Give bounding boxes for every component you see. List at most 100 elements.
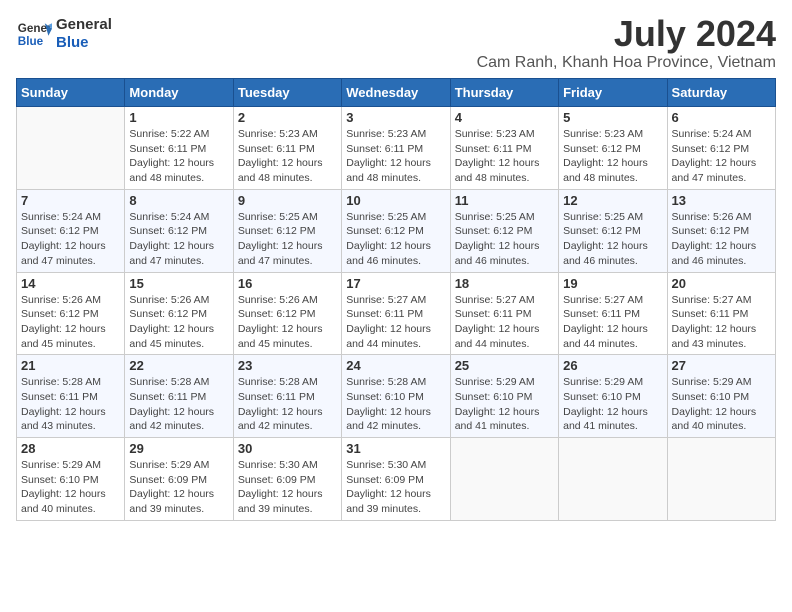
day-number: 20 <box>672 276 771 291</box>
day-info: Sunrise: 5:26 AM Sunset: 6:12 PM Dayligh… <box>672 210 771 269</box>
location-subtitle: Cam Ranh, Khanh Hoa Province, Vietnam <box>477 54 776 72</box>
calendar-cell <box>667 438 775 521</box>
logo-line1: General <box>56 16 112 34</box>
calendar-cell: 17 Sunrise: 5:27 AM Sunset: 6:11 PM Dayli… <box>342 272 450 355</box>
calendar-cell: 4Sunrise: 5:23 AM Sunset: 6:11 PM Daylig… <box>450 107 558 190</box>
day-info: Sunrise: 5:29 AM Sunset: 6:10 PM Dayligh… <box>455 375 554 434</box>
day-number: 12 <box>563 193 662 208</box>
calendar-cell: 23 Sunrise: 5:28 AM Sunset: 6:11 PM Dayli… <box>233 355 341 438</box>
day-info: Sunrise: 5:26 AM Sunset: 6:12 PM Dayligh… <box>238 293 337 352</box>
day-number: 19 <box>563 276 662 291</box>
calendar-cell: 3 Sunrise: 5:23 AM Sunset: 6:11 PM Daylig… <box>342 107 450 190</box>
logo: General Blue General Blue <box>16 16 112 52</box>
header-thursday: Thursday <box>450 79 558 107</box>
day-info: Sunrise: 5:28 AM Sunset: 6:11 PM Dayligh… <box>238 375 337 434</box>
calendar-cell: 8 Sunrise: 5:24 AM Sunset: 6:12 PM Daylig… <box>125 189 233 272</box>
calendar-cell: 10Sunrise: 5:25 AM Sunset: 6:12 PM Dayli… <box>342 189 450 272</box>
day-info: Sunrise: 5:25 AM Sunset: 6:12 PM Dayligh… <box>346 210 445 269</box>
svg-text:Blue: Blue <box>18 35 44 48</box>
calendar-cell: 25 Sunrise: 5:29 AM Sunset: 6:10 PM Dayli… <box>450 355 558 438</box>
day-info: Sunrise: 5:27 AM Sunset: 6:11 PM Dayligh… <box>672 293 771 352</box>
day-info: Sunrise: 5:26 AM Sunset: 6:12 PM Dayligh… <box>21 293 120 352</box>
day-number: 14 <box>21 276 120 291</box>
day-info: Sunrise: 5:30 AM Sunset: 6:09 PM Dayligh… <box>238 458 337 517</box>
day-info: Sunrise: 5:27 AM Sunset: 6:11 PM Dayligh… <box>563 293 662 352</box>
header-sunday: Sunday <box>17 79 125 107</box>
calendar-cell: 15Sunrise: 5:26 AM Sunset: 6:12 PM Dayli… <box>125 272 233 355</box>
calendar-cell <box>450 438 558 521</box>
day-info: Sunrise: 5:29 AM Sunset: 6:10 PM Dayligh… <box>563 375 662 434</box>
calendar-cell: 19 Sunrise: 5:27 AM Sunset: 6:11 PM Dayli… <box>559 272 667 355</box>
calendar-cell: 21 Sunrise: 5:28 AM Sunset: 6:11 PM Dayli… <box>17 355 125 438</box>
day-number: 5 <box>563 110 662 125</box>
day-info: Sunrise: 5:29 AM Sunset: 6:10 PM Dayligh… <box>21 458 120 517</box>
day-number: 9 <box>238 193 337 208</box>
day-number: 16 <box>238 276 337 291</box>
day-info: Sunrise: 5:23 AM Sunset: 6:12 PM Dayligh… <box>563 127 662 186</box>
calendar-week-1: 1Sunrise: 5:22 AM Sunset: 6:11 PM Daylig… <box>17 107 776 190</box>
calendar-cell: 24Sunrise: 5:28 AM Sunset: 6:10 PM Dayli… <box>342 355 450 438</box>
day-number: 22 <box>129 358 228 373</box>
day-number: 7 <box>21 193 120 208</box>
day-number: 6 <box>672 110 771 125</box>
day-number: 4 <box>455 110 554 125</box>
day-info: Sunrise: 5:25 AM Sunset: 6:12 PM Dayligh… <box>563 210 662 269</box>
day-number: 3 <box>346 110 445 125</box>
calendar-week-5: 28Sunrise: 5:29 AM Sunset: 6:10 PM Dayli… <box>17 438 776 521</box>
calendar-cell: 7 Sunrise: 5:24 AM Sunset: 6:12 PM Daylig… <box>17 189 125 272</box>
calendar-header-row: SundayMondayTuesdayWednesdayThursdayFrid… <box>17 79 776 107</box>
day-info: Sunrise: 5:24 AM Sunset: 6:12 PM Dayligh… <box>129 210 228 269</box>
calendar-week-2: 7 Sunrise: 5:24 AM Sunset: 6:12 PM Daylig… <box>17 189 776 272</box>
day-number: 18 <box>455 276 554 291</box>
day-number: 25 <box>455 358 554 373</box>
calendar-cell: 16 Sunrise: 5:26 AM Sunset: 6:12 PM Dayli… <box>233 272 341 355</box>
day-info: Sunrise: 5:24 AM Sunset: 6:12 PM Dayligh… <box>21 210 120 269</box>
month-year-title: July 2024 <box>477 16 776 52</box>
day-number: 17 <box>346 276 445 291</box>
day-number: 26 <box>563 358 662 373</box>
calendar-cell: 18Sunrise: 5:27 AM Sunset: 6:11 PM Dayli… <box>450 272 558 355</box>
calendar-cell: 14 Sunrise: 5:26 AM Sunset: 6:12 PM Dayli… <box>17 272 125 355</box>
calendar-table: SundayMondayTuesdayWednesdayThursdayFrid… <box>16 78 776 521</box>
day-number: 21 <box>21 358 120 373</box>
calendar-week-3: 14 Sunrise: 5:26 AM Sunset: 6:12 PM Dayli… <box>17 272 776 355</box>
calendar-cell: 13 Sunrise: 5:26 AM Sunset: 6:12 PM Dayli… <box>667 189 775 272</box>
calendar-cell: 26 Sunrise: 5:29 AM Sunset: 6:10 PM Dayli… <box>559 355 667 438</box>
header-wednesday: Wednesday <box>342 79 450 107</box>
day-info: Sunrise: 5:26 AM Sunset: 6:12 PM Dayligh… <box>129 293 228 352</box>
header-saturday: Saturday <box>667 79 775 107</box>
page-header: General Blue General Blue July 2024 Cam … <box>16 16 776 72</box>
day-info: Sunrise: 5:27 AM Sunset: 6:11 PM Dayligh… <box>346 293 445 352</box>
day-info: Sunrise: 5:30 AM Sunset: 6:09 PM Dayligh… <box>346 458 445 517</box>
calendar-cell <box>17 107 125 190</box>
day-info: Sunrise: 5:23 AM Sunset: 6:11 PM Dayligh… <box>346 127 445 186</box>
calendar-cell: 20 Sunrise: 5:27 AM Sunset: 6:11 PM Dayli… <box>667 272 775 355</box>
day-info: Sunrise: 5:29 AM Sunset: 6:09 PM Dayligh… <box>129 458 228 517</box>
day-info: Sunrise: 5:22 AM Sunset: 6:11 PM Dayligh… <box>129 127 228 186</box>
day-info: Sunrise: 5:28 AM Sunset: 6:11 PM Dayligh… <box>129 375 228 434</box>
day-info: Sunrise: 5:28 AM Sunset: 6:11 PM Dayligh… <box>21 375 120 434</box>
day-number: 8 <box>129 193 228 208</box>
calendar-cell: 22 Sunrise: 5:28 AM Sunset: 6:11 PM Dayli… <box>125 355 233 438</box>
calendar-cell: 6 Sunrise: 5:24 AM Sunset: 6:12 PM Daylig… <box>667 107 775 190</box>
calendar-cell <box>559 438 667 521</box>
calendar-cell: 27 Sunrise: 5:29 AM Sunset: 6:10 PM Dayli… <box>667 355 775 438</box>
day-number: 23 <box>238 358 337 373</box>
day-number: 11 <box>455 193 554 208</box>
header-friday: Friday <box>559 79 667 107</box>
title-block: July 2024 Cam Ranh, Khanh Hoa Province, … <box>477 16 776 72</box>
day-info: Sunrise: 5:29 AM Sunset: 6:10 PM Dayligh… <box>672 375 771 434</box>
day-number: 31 <box>346 441 445 456</box>
calendar-cell: 9Sunrise: 5:25 AM Sunset: 6:12 PM Daylig… <box>233 189 341 272</box>
calendar-cell: 1Sunrise: 5:22 AM Sunset: 6:11 PM Daylig… <box>125 107 233 190</box>
day-number: 27 <box>672 358 771 373</box>
day-number: 13 <box>672 193 771 208</box>
logo-line2: Blue <box>56 34 112 52</box>
day-number: 2 <box>238 110 337 125</box>
day-info: Sunrise: 5:24 AM Sunset: 6:12 PM Dayligh… <box>672 127 771 186</box>
calendar-cell: 28Sunrise: 5:29 AM Sunset: 6:10 PM Dayli… <box>17 438 125 521</box>
day-number: 30 <box>238 441 337 456</box>
logo-icon: General Blue <box>16 16 52 52</box>
day-number: 29 <box>129 441 228 456</box>
header-tuesday: Tuesday <box>233 79 341 107</box>
